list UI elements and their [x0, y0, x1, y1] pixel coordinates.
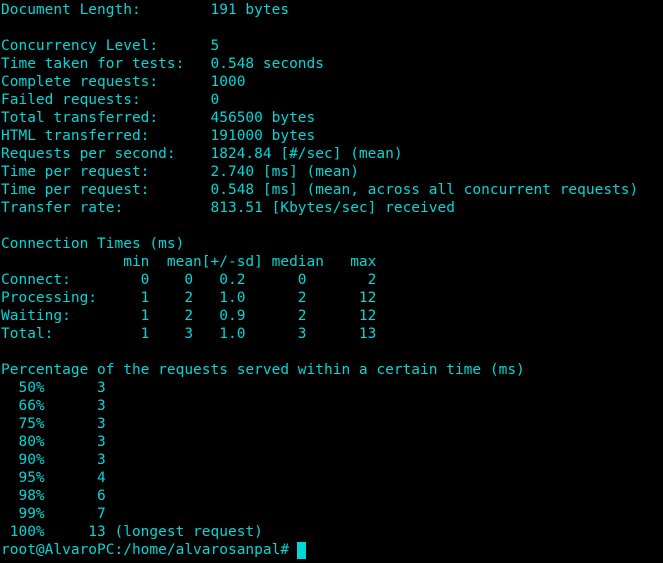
connection-times-row: Connect: 0 0 0.2 0 2 [1, 272, 377, 288]
percentile-row: 80% 3 [1, 434, 106, 450]
percentile-row: 75% 3 [1, 416, 106, 432]
connection-times-row: Total: 1 3 1.0 3 13 [1, 326, 377, 342]
connection-times-row: Waiting: 1 2 0.9 2 12 [1, 308, 377, 324]
text-cursor[interactable] [297, 541, 307, 559]
requests-per-second-line: Requests per second: 1824.84 [#/sec] (me… [1, 146, 403, 162]
percentile-row: 66% 3 [1, 398, 106, 414]
transfer-rate-line: Transfer rate: 813.51 [Kbytes/sec] recei… [1, 200, 455, 216]
time-taken-line: Time taken for tests: 0.548 seconds [1, 56, 325, 72]
time-per-request-mean-line: Time per request: 2.740 [ms] (mean) [1, 164, 359, 180]
shell-prompt-line[interactable]: root@AlvaroPC:/home/alvarosanpal# [1, 541, 663, 559]
shell-prompt: root@AlvaroPC:/home/alvarosanpal# [1, 542, 290, 558]
percentile-row: 100% 13 (longest request) [1, 524, 263, 540]
total-transferred-line: Total transferred: 456500 bytes [1, 110, 316, 126]
percentile-row: 50% 3 [1, 380, 106, 396]
concurrency-level-line: Concurrency Level: 5 [1, 38, 220, 54]
failed-requests-line: Failed requests: 0 [1, 92, 220, 108]
percentile-row: 95% 4 [1, 470, 106, 486]
percentile-row: 99% 7 [1, 506, 106, 522]
percentile-row: 98% 6 [1, 488, 106, 504]
complete-requests-line: Complete requests: 1000 [1, 74, 246, 90]
html-transferred-line: HTML transferred: 191000 bytes [1, 128, 316, 144]
percentiles-title: Percentage of the requests served within… [1, 362, 525, 378]
connection-times-row: Processing: 1 2 1.0 2 12 [1, 290, 377, 306]
percentile-row: 90% 3 [1, 452, 106, 468]
time-per-request-concurrent-line: Time per request: 0.548 [ms] (mean, acro… [1, 182, 639, 198]
connection-times-title: Connection Times (ms) [1, 236, 185, 252]
connection-times-header: min mean[+/-sd] median max [1, 254, 377, 270]
terminal-window[interactable]: Document Length: 191 bytes Concurrency L… [0, 0, 663, 563]
document-length-line: Document Length: 191 bytes [1, 2, 290, 18]
